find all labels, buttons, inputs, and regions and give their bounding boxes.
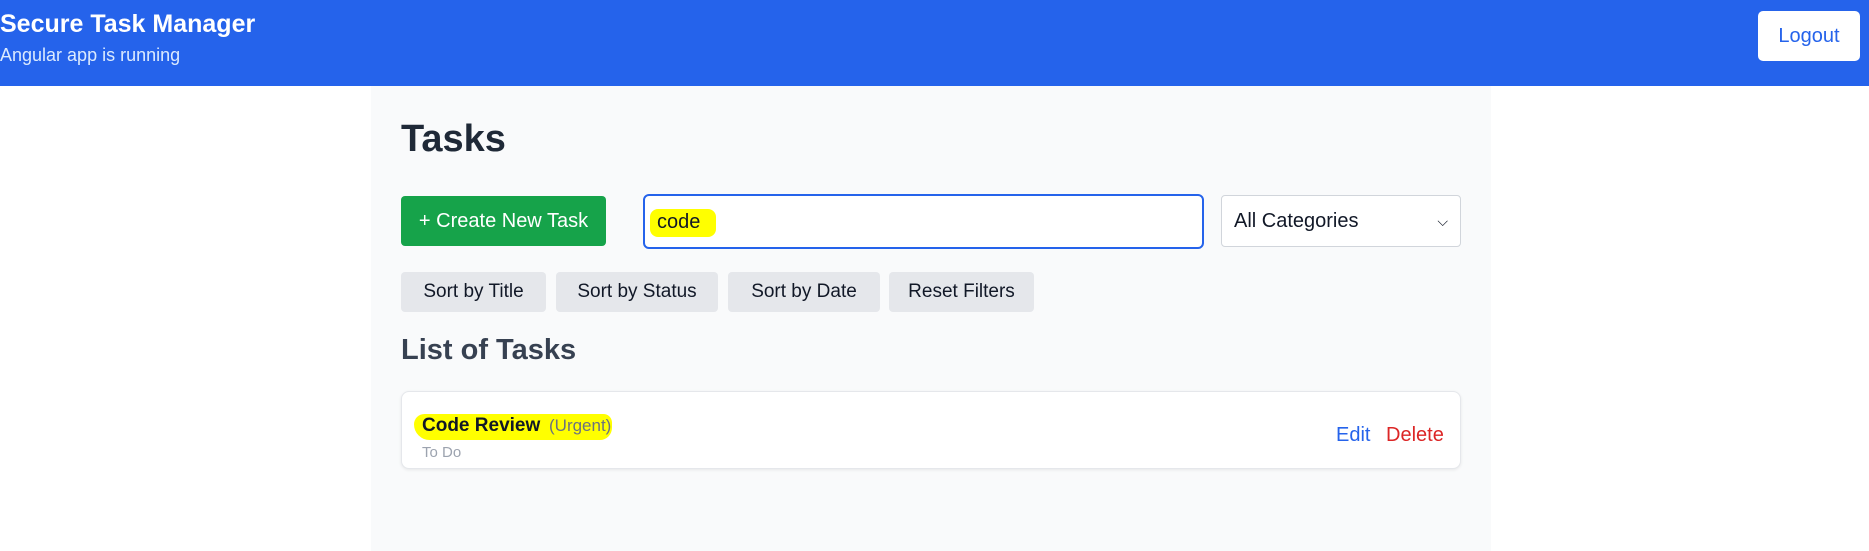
task-item: Code Review (Urgent) To Do Edit Delete bbox=[401, 391, 1461, 469]
category-select-value: All Categories bbox=[1234, 209, 1359, 232]
sort-by-title-button[interactable]: Sort by Title bbox=[401, 272, 546, 312]
reset-filters-button[interactable]: Reset Filters bbox=[889, 272, 1034, 312]
sort-by-status-button[interactable]: Sort by Status bbox=[556, 272, 718, 312]
category-select[interactable]: All Categories ⌵ bbox=[1221, 195, 1461, 247]
task-status: To Do bbox=[422, 444, 462, 461]
edit-task-button[interactable]: Edit bbox=[1336, 424, 1370, 447]
logout-button[interactable]: Logout bbox=[1758, 11, 1860, 61]
app-header: Secure Task Manager Angular app is runni… bbox=[0, 0, 1869, 86]
task-title: Code Review bbox=[422, 415, 541, 436]
create-task-button[interactable]: + Create New Task bbox=[401, 196, 606, 246]
search-input[interactable] bbox=[657, 207, 1197, 237]
sort-by-date-button[interactable]: Sort by Date bbox=[728, 272, 880, 312]
task-category-tag: (Urgent) bbox=[549, 416, 612, 435]
app-subtitle: Angular app is running bbox=[0, 45, 181, 65]
list-title: List of Tasks bbox=[401, 334, 577, 366]
page-title: Tasks bbox=[401, 118, 506, 160]
tasks-panel: Tasks + Create New Task All Categories ⌵… bbox=[371, 86, 1491, 551]
chevron-down-icon: ⌵ bbox=[1437, 212, 1448, 229]
app-title: Secure Task Manager bbox=[0, 10, 256, 38]
search-box[interactable] bbox=[643, 194, 1204, 249]
delete-task-button[interactable]: Delete bbox=[1386, 424, 1444, 447]
